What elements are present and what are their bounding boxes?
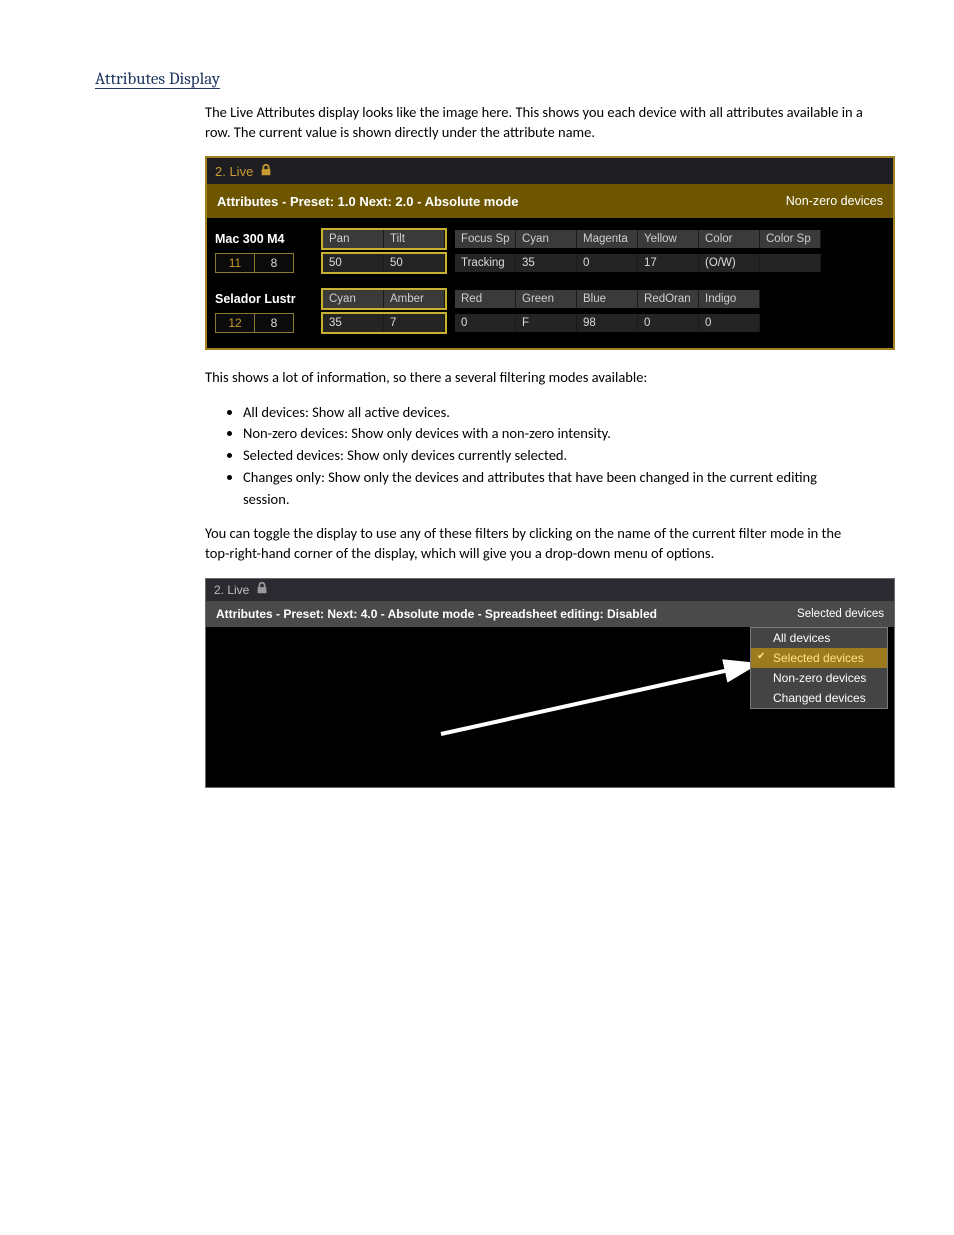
attr-header: Color Sp — [760, 230, 821, 248]
attributes-screenshot: 2. Live Attributes - Preset: 1.0 Next: 2… — [205, 156, 895, 350]
filter-intro: This shows a lot of information, so ther… — [205, 368, 864, 388]
lock-icon — [259, 163, 273, 180]
attr-header: Green — [516, 290, 577, 308]
attr-value[interactable]: F — [516, 314, 577, 332]
tab-live[interactable]: 2. Live — [206, 579, 894, 601]
device-row-values: 12 8 35 7 0 F 98 0 0 — [215, 312, 885, 334]
intro-paragraph: The Live Attributes display looks like t… — [205, 103, 864, 142]
highlight-box: 35 7 — [321, 312, 447, 334]
highlight-box: Cyan Amber — [321, 288, 447, 310]
attr-value[interactable]: Tracking — [455, 254, 516, 272]
attr-value[interactable]: 0 — [638, 314, 699, 332]
attr-value[interactable]: 0 — [577, 254, 638, 272]
list-item: Non-zero devices: Show only devices with… — [243, 423, 864, 445]
attr-header: Color — [699, 230, 760, 248]
attr-header: Yellow — [638, 230, 699, 248]
attr-header: Tilt — [384, 230, 445, 248]
attr-value[interactable]: 35 — [323, 314, 384, 332]
filter-list: All devices: Show all active devices. No… — [95, 402, 864, 511]
dropdown-item-selected[interactable]: Selected devices — [751, 648, 887, 668]
channel-number: 11 — [216, 254, 255, 272]
attr-value[interactable]: (O/W) — [699, 254, 760, 272]
dropdown-item-changed[interactable]: Changed devices — [751, 688, 887, 708]
attributes-header: Attributes - Preset: 1.0 Next: 2.0 - Abs… — [207, 184, 893, 218]
tab-live[interactable]: 2. Live — [207, 158, 893, 184]
intensity-value: 8 — [255, 254, 293, 272]
dropdown-item-all[interactable]: All devices — [751, 628, 887, 648]
attr-value[interactable]: 50 — [384, 254, 445, 272]
list-item: All devices: Show all active devices. — [243, 402, 864, 424]
header-title: Attributes - Preset: 1.0 Next: 2.0 - Abs… — [217, 194, 518, 209]
filter-menu-screenshot: 2. Live Attributes - Preset: Next: 4.0 -… — [205, 578, 895, 788]
usage-paragraph: You can toggle the display to use any of… — [205, 524, 864, 563]
tab-label: 2. Live — [215, 164, 253, 179]
device-row-values: 11 8 50 50 Tracking 35 0 17 (O/W) — [215, 252, 885, 274]
device-name: Selador Lustr — [215, 292, 313, 306]
attr-header: Focus Sp — [455, 230, 516, 248]
attr-header: Cyan — [516, 230, 577, 248]
attr-value[interactable]: 0 — [455, 314, 516, 332]
attr-header: Blue — [577, 290, 638, 308]
attr-value[interactable]: 7 — [384, 314, 445, 332]
lock-icon — [255, 581, 269, 598]
highlight-box: 50 50 — [321, 252, 447, 274]
intensity-value: 8 — [255, 314, 293, 332]
device-row: Mac 300 M4 Pan Tilt Focus Sp Cyan Magent… — [215, 228, 885, 250]
tab-label: 2. Live — [214, 583, 249, 597]
filter-dropdown[interactable]: All devices Selected devices Non-zero de… — [750, 627, 888, 709]
attr-header: Red — [455, 290, 516, 308]
channel-box[interactable]: 11 8 — [215, 253, 294, 273]
filter-mode-label[interactable]: Selected devices — [797, 608, 884, 620]
highlight-box: Pan Tilt — [321, 228, 447, 250]
channel-number: 12 — [216, 314, 255, 332]
section-heading: Attributes Display — [95, 70, 864, 89]
attr-value[interactable]: 0 — [699, 314, 760, 332]
filter-mode-label[interactable]: Non-zero devices — [786, 194, 883, 208]
device-row: Selador Lustr Cyan Amber Red Green Blue … — [215, 288, 885, 310]
attributes-header: Attributes - Preset: Next: 4.0 - Absolut… — [206, 601, 894, 627]
list-item: Changes only: Show only the devices and … — [243, 467, 864, 511]
attr-value[interactable] — [760, 254, 821, 272]
attr-header: Indigo — [699, 290, 760, 308]
device-name: Mac 300 M4 — [215, 232, 313, 246]
dropdown-item-nonzero[interactable]: Non-zero devices — [751, 668, 887, 688]
attr-header: RedOran — [638, 290, 699, 308]
attr-header: Pan — [323, 230, 384, 248]
list-item: Selected devices: Show only devices curr… — [243, 445, 864, 467]
attr-value[interactable]: 35 — [516, 254, 577, 272]
attr-value[interactable]: 50 — [323, 254, 384, 272]
attr-header: Amber — [384, 290, 445, 308]
attr-header: Cyan — [323, 290, 384, 308]
channel-box[interactable]: 12 8 — [215, 313, 294, 333]
header-title: Attributes - Preset: Next: 4.0 - Absolut… — [216, 607, 657, 621]
attr-value[interactable]: 17 — [638, 254, 699, 272]
attr-header: Magenta — [577, 230, 638, 248]
attr-value[interactable]: 98 — [577, 314, 638, 332]
annotation-arrow — [436, 659, 766, 739]
